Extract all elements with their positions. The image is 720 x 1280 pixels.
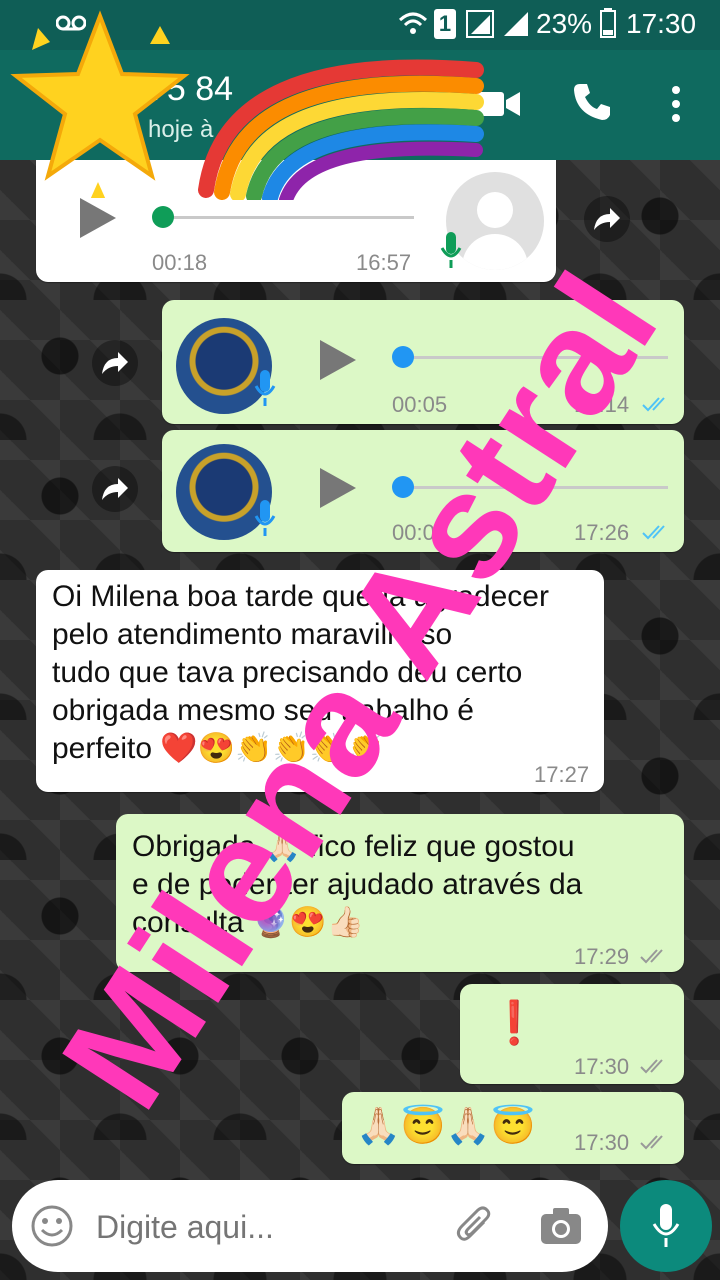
phone-icon[interactable]: [572, 82, 612, 122]
play-icon[interactable]: [318, 466, 358, 510]
audio-duration: 00:18: [152, 250, 208, 275]
message-text: 🙏🏻😇🙏🏻😇: [356, 1105, 536, 1146]
emoji-icon[interactable]: [30, 1204, 74, 1248]
more-icon[interactable]: [670, 84, 682, 124]
audio-progress-track[interactable]: [160, 216, 414, 219]
forward-button[interactable]: [92, 340, 138, 386]
clock: 17:30: [626, 8, 697, 39]
attach-icon[interactable]: [454, 1204, 494, 1248]
read-ticks-icon: [640, 949, 663, 964]
rainbow-sticker-icon: [198, 59, 484, 200]
mic-icon: [254, 370, 276, 406]
read-ticks-icon: [640, 1135, 663, 1150]
mic-icon: [652, 1204, 680, 1247]
signal-icon: [466, 10, 494, 38]
message-time: 17:29: [574, 944, 630, 969]
message-time: 17:30: [574, 1130, 630, 1155]
battery-icon: [600, 8, 616, 38]
forward-button[interactable]: [92, 466, 138, 512]
sim-badge: 1: [434, 9, 456, 39]
message-text: ❗: [488, 999, 541, 1046]
outgoing-text-message: 🙏🏻😇🙏🏻😇 17:30: [342, 1092, 684, 1164]
forward-icon: [102, 478, 128, 500]
message-time: 17:26: [574, 520, 630, 545]
message-input[interactable]: [94, 1200, 428, 1254]
star-sticker-icon: [10, 10, 190, 198]
mic-icon: [254, 500, 276, 536]
play-icon[interactable]: [318, 338, 358, 382]
read-ticks-icon: [640, 1059, 663, 1074]
forward-button[interactable]: [584, 196, 630, 242]
voice-record-button[interactable]: [620, 1180, 712, 1272]
message-time: 16:57: [356, 250, 412, 275]
battery-percent: 23%: [536, 8, 593, 39]
outgoing-text-message: ❗ 17:30: [460, 984, 684, 1084]
audio-progress-handle[interactable]: [392, 346, 414, 368]
message-time: 17:27: [534, 762, 590, 787]
message-time: 17:30: [574, 1054, 630, 1079]
camera-icon[interactable]: [540, 1206, 582, 1246]
wifi-icon: [398, 12, 428, 34]
message-composer: [12, 1180, 608, 1272]
mic-icon: [440, 232, 462, 268]
read-ticks-icon: [642, 525, 665, 540]
play-icon[interactable]: [78, 196, 118, 240]
audio-progress-handle[interactable]: [152, 206, 174, 228]
signal-icon-2: [504, 12, 528, 36]
forward-icon: [594, 208, 620, 230]
forward-icon: [102, 352, 128, 374]
